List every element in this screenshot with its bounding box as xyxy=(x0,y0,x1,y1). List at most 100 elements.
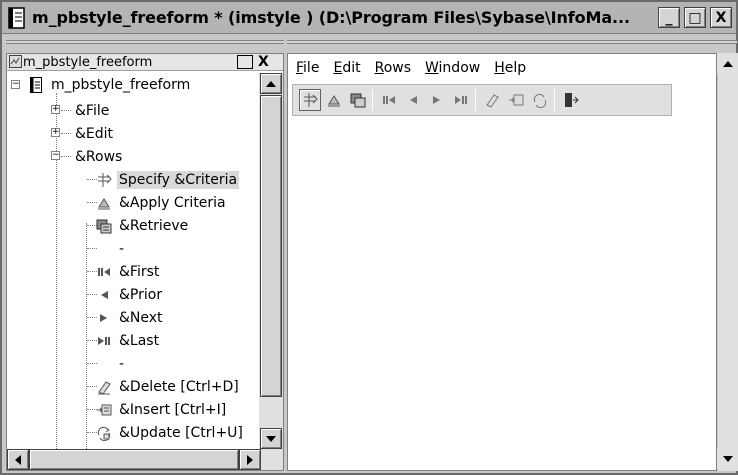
scroll-right-button[interactable] xyxy=(239,449,261,470)
tree-item-label: - xyxy=(119,355,125,372)
apply-criteria-tool[interactable] xyxy=(323,89,345,111)
preview-vertical-scrollbar[interactable] xyxy=(717,53,738,471)
tree-pane-header: m_pbstyle_freeform X xyxy=(7,54,283,71)
update-tool[interactable] xyxy=(529,89,551,111)
insert-tool[interactable] xyxy=(505,89,527,111)
exit-tool[interactable] xyxy=(560,89,582,111)
scroll-left-button[interactable] xyxy=(7,449,29,470)
menu-label: elp xyxy=(504,60,527,76)
tree-item-separator[interactable]: - xyxy=(117,352,126,375)
tree-item-label: Specify &Criteria xyxy=(117,170,240,189)
tree-item-delete[interactable]: &Delete [Ctrl+D] xyxy=(95,375,241,398)
expand-edit-icon[interactable]: + xyxy=(51,128,60,137)
menu-hotkey: H xyxy=(494,60,505,76)
collapse-rows-icon[interactable]: − xyxy=(51,151,60,160)
first-icon xyxy=(383,96,395,104)
window-title: m_pbstyle_freeform * (imstyle ) (D:\Prog… xyxy=(32,8,630,27)
tree-item-first[interactable]: &First xyxy=(95,260,161,283)
first-tool[interactable] xyxy=(378,89,400,111)
prior-icon xyxy=(410,96,417,104)
close-button[interactable]: X xyxy=(710,7,732,28)
specify-criteria-tool[interactable] xyxy=(299,89,321,111)
arrow-down-icon xyxy=(266,435,276,442)
tree-item-separator[interactable]: - xyxy=(117,237,126,260)
tree-item-label: &Edit xyxy=(75,125,114,142)
tree-pane: m_pbstyle_freeform X − m_pbstyle_freefor… xyxy=(6,53,284,471)
menu-window[interactable]: Window xyxy=(425,60,480,76)
tree-item-prior[interactable]: &Prior xyxy=(95,283,164,306)
tree-horizontal-scrollbar[interactable] xyxy=(7,449,283,470)
delete-icon xyxy=(486,94,499,108)
menu-help[interactable]: Help xyxy=(494,60,526,76)
tree-item-rows[interactable]: &Rows xyxy=(73,145,124,168)
menu-rows[interactable]: Rows xyxy=(375,60,411,76)
tree-item-label: &Last xyxy=(119,332,160,349)
scroll-down-button[interactable] xyxy=(717,448,738,469)
expand-file-icon[interactable]: + xyxy=(51,105,60,114)
main-window: m_pbstyle_freeform * (imstyle ) (D:\Prog… xyxy=(0,0,738,475)
collapse-root-icon[interactable]: − xyxy=(11,80,20,89)
arrow-right-icon xyxy=(247,454,253,465)
left-pane-divider xyxy=(6,40,284,44)
delete-tool[interactable] xyxy=(481,89,503,111)
menu-label: indow xyxy=(438,60,481,76)
tree-item-specify-criteria[interactable]: Specify &Criteria xyxy=(95,168,240,191)
tree-root[interactable]: m_pbstyle_freeform xyxy=(27,73,192,96)
menu-label: ows xyxy=(383,60,411,76)
arrow-down-icon xyxy=(722,455,733,462)
pane-restore-button[interactable] xyxy=(237,55,253,69)
tree-root-label: m_pbstyle_freeform xyxy=(51,76,191,93)
horizontal-scroll-thumb[interactable] xyxy=(29,449,239,470)
menu-hotkey: R xyxy=(374,60,384,76)
first-icon xyxy=(95,264,113,280)
specify-criteria-icon xyxy=(95,172,113,188)
prior-tool[interactable] xyxy=(402,89,424,111)
tree-item-insert[interactable]: &Insert [Ctrl+I] xyxy=(95,398,228,421)
toolbar-separator xyxy=(475,89,476,111)
next-tool[interactable] xyxy=(426,89,448,111)
tree-item-apply-criteria[interactable]: &Apply Criteria xyxy=(95,191,228,214)
tree-item-next[interactable]: &Next xyxy=(95,306,165,329)
tree-connector xyxy=(56,93,57,449)
update-icon xyxy=(533,93,547,108)
prior-icon xyxy=(95,287,113,303)
maximize-button[interactable]: □ xyxy=(684,7,706,28)
scroll-down-button[interactable] xyxy=(260,428,282,449)
tree-item-label: &Insert [Ctrl+I] xyxy=(119,401,227,418)
arrow-left-icon xyxy=(15,454,21,465)
tree-vertical-scrollbar[interactable] xyxy=(259,73,283,449)
last-tool[interactable] xyxy=(450,89,472,111)
insert-icon xyxy=(95,402,113,418)
preview-toolbar xyxy=(292,84,672,116)
tree-item-label: &Prior xyxy=(119,286,163,303)
tree-item-edit[interactable]: &Edit xyxy=(73,122,115,145)
menu-file[interactable]: File xyxy=(296,60,319,76)
tree-item-file[interactable]: &File xyxy=(73,99,111,122)
menu-hotkey: E xyxy=(333,60,343,76)
toolbar-separator xyxy=(372,89,373,111)
last-icon xyxy=(455,96,467,104)
tree-item-retrieve[interactable]: &Retrieve xyxy=(95,214,190,237)
scroll-up-button[interactable] xyxy=(717,53,738,74)
right-pane-divider xyxy=(287,40,737,44)
retrieve-tool[interactable] xyxy=(347,89,369,111)
minimize-button[interactable]: _ xyxy=(658,7,680,28)
last-icon xyxy=(95,333,113,349)
title-bar: m_pbstyle_freeform * (imstyle ) (D:\Prog… xyxy=(2,2,736,34)
menu-label: dit xyxy=(342,60,361,76)
menu-edit[interactable]: Edit xyxy=(333,60,360,76)
vertical-scroll-thumb[interactable] xyxy=(260,95,282,397)
delete-icon xyxy=(95,379,113,395)
tree-item-last[interactable]: &Last xyxy=(95,329,161,352)
arrow-up-icon xyxy=(266,80,276,87)
update-icon xyxy=(95,425,113,441)
scroll-up-button[interactable] xyxy=(260,73,282,94)
tree-item-update[interactable]: &Update [Ctrl+U] xyxy=(95,421,245,444)
menu-label: ile xyxy=(303,60,320,76)
menu-preview-pane: File Edit Rows Window Help xyxy=(287,53,717,471)
tree-item-label: &First xyxy=(119,263,160,280)
tree-item-label: &Rows xyxy=(75,148,123,165)
menu-document-icon xyxy=(8,6,26,29)
toolbar-separator xyxy=(554,89,555,111)
pane-close-button[interactable]: X xyxy=(258,54,269,70)
